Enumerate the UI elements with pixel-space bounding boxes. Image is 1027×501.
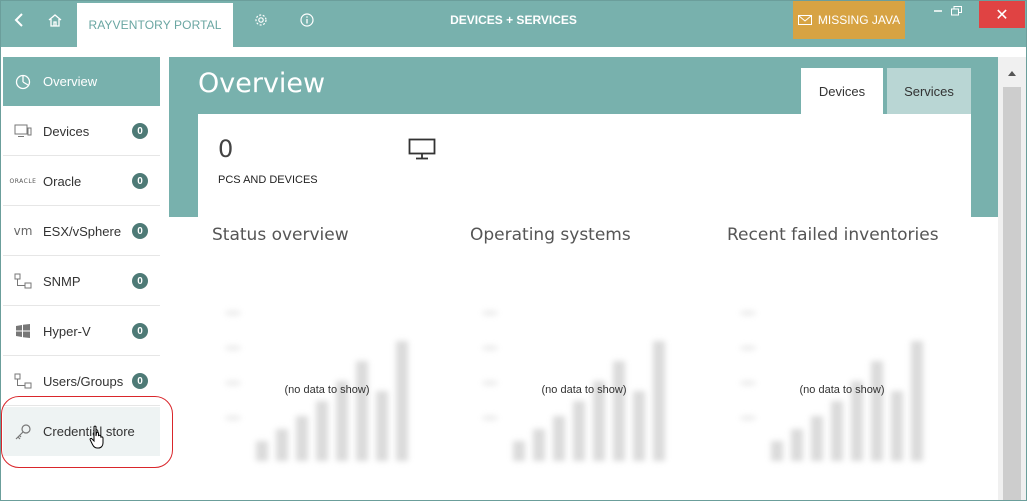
sidebar-item-label: Oracle [43, 173, 82, 189]
oracle-logo: ORACLE [3, 178, 43, 185]
sidebar-item-label: Users/Groups [43, 373, 124, 389]
sidebar-item-devices[interactable]: Devices 0 [3, 107, 160, 156]
mail-icon [797, 15, 812, 25]
count-badge: 0 [132, 123, 148, 139]
sidebar-item-label: ESX/vSphere [43, 223, 122, 239]
maximize-button[interactable] [951, 5, 962, 19]
sidebar-item-label: Devices [43, 123, 90, 139]
no-data-failed: (no data to show) [799, 384, 885, 396]
section-title-failed: Recent failed inventories [727, 225, 939, 245]
snmp-icon [3, 273, 43, 289]
sidebar-item-overview[interactable]: Overview [3, 57, 160, 106]
vm-logo-text: vm [13, 224, 33, 238]
sidebar-item-label: Hyper-V [43, 323, 91, 339]
count-badge: 0 [132, 373, 148, 389]
sidebar-item-label: Overview [43, 74, 98, 89]
sidebar-item-users-groups[interactable]: Users/Groups 0 [3, 357, 160, 406]
chevron-left-icon [14, 13, 23, 27]
close-button[interactable]: ✕ [979, 1, 1025, 28]
no-data-status: (no data to show) [284, 384, 370, 396]
monitor-icon [408, 138, 436, 160]
sidebar-item-oracle[interactable]: ORACLE Oracle 0 [3, 157, 160, 206]
tab-services[interactable]: Services [887, 68, 971, 114]
tab-label: Services [904, 83, 954, 99]
pcs-count: 0 [218, 135, 234, 163]
overview-icon [3, 74, 43, 90]
gear-icon [255, 14, 267, 26]
info-button[interactable] [289, 1, 325, 39]
users-groups-icon [3, 373, 43, 389]
no-data-os: (no data to show) [541, 384, 627, 396]
windows-icon [3, 324, 43, 338]
oracle-logo-text: ORACLE [9, 177, 37, 185]
sidebar-item-esx[interactable]: vm ESX/vSphere 0 [3, 207, 160, 256]
tab-devices[interactable]: Devices [801, 68, 883, 114]
tab-label: Devices [818, 83, 866, 99]
scroll-up-button[interactable] [998, 61, 1026, 85]
minimize-button[interactable] [933, 3, 943, 17]
hand-cursor-icon [89, 425, 104, 449]
count-badge: 0 [132, 323, 148, 339]
sidebar: Overview Devices 0 ORACLE Oracle 0 vm ES… [1, 55, 162, 500]
sidebar-item-hyperv[interactable]: Hyper-V 0 [3, 307, 160, 356]
count-badge: 0 [132, 273, 148, 289]
chevron-up-icon [1008, 70, 1016, 76]
page-title: Overview [198, 68, 326, 99]
devices-icon [3, 124, 43, 138]
section-title-status: Status overview [212, 225, 349, 245]
count-badge: 0 [132, 173, 148, 189]
home-icon [48, 13, 62, 27]
back-button[interactable] [1, 1, 37, 39]
missing-java-button[interactable]: MISSING JAVA [793, 1, 905, 39]
portal-tab-label: RAYVENTORY PORTAL [88, 18, 222, 32]
info-icon [300, 13, 314, 27]
vm-logo: vm [3, 224, 43, 238]
sidebar-item-snmp[interactable]: SNMP 0 [3, 257, 160, 306]
key-icon [3, 423, 43, 441]
settings-button[interactable] [243, 1, 279, 39]
close-icon: ✕ [995, 6, 1009, 24]
missing-java-label: MISSING JAVA [817, 13, 901, 27]
section-title-os: Operating systems [470, 225, 631, 245]
sidebar-item-credential-store[interactable]: Credential store [3, 407, 160, 456]
scrollbar-thumb[interactable] [1003, 87, 1021, 500]
app-window: RAYVENTORY PORTAL DEVICES + SERVICES MIS… [0, 0, 1027, 501]
count-badge: 0 [132, 223, 148, 239]
restore-icon [951, 6, 962, 16]
portal-tab[interactable]: RAYVENTORY PORTAL [77, 3, 233, 47]
sidebar-item-label: SNMP [43, 273, 81, 289]
pcs-label: PCS AND DEVICES [218, 174, 318, 186]
home-button[interactable] [37, 1, 73, 39]
minimize-icon [934, 10, 942, 12]
